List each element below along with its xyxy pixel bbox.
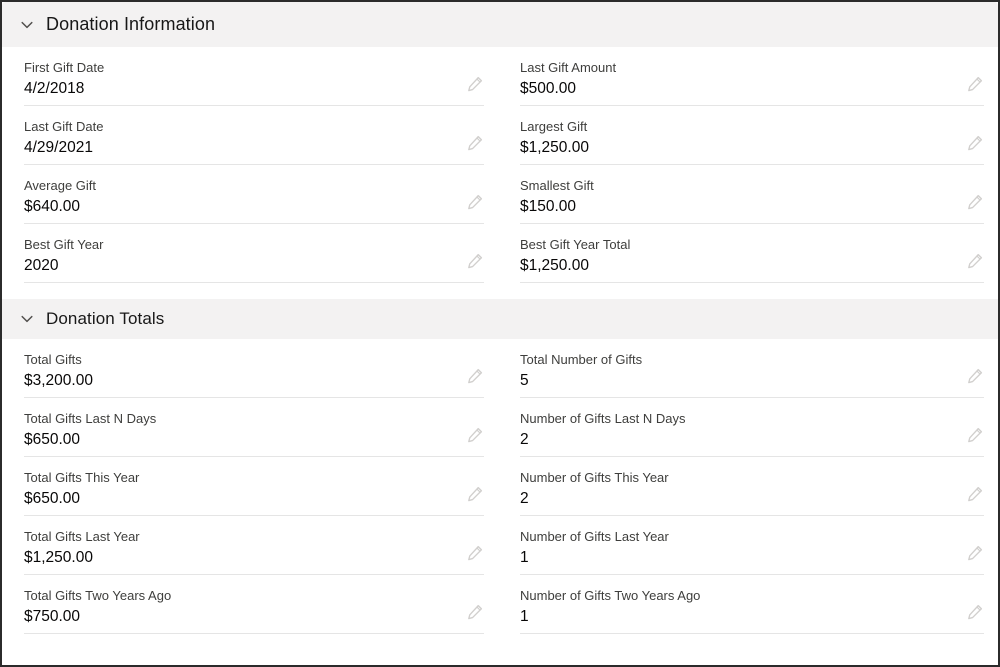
section-body-donation-totals: Total Gifts $3,200.00 Total Gifts Last N…: [2, 339, 998, 634]
field-value: 2: [520, 490, 529, 507]
field-best-gift-year-total[interactable]: Best Gift Year Total $1,250.00: [520, 224, 984, 283]
field-column-right: Total Number of Gifts 5 Number of Gifts …: [502, 339, 998, 634]
field-number-of-gifts-last-year[interactable]: Number of Gifts Last Year 1: [520, 516, 984, 575]
pencil-icon[interactable]: [966, 367, 984, 385]
field-value: 2020: [24, 257, 59, 274]
field-total-gifts[interactable]: Total Gifts $3,200.00: [24, 339, 484, 398]
donation-detail-page: Donation Information First Gift Date 4/2…: [0, 0, 1000, 667]
field-value: $750.00: [24, 608, 81, 625]
pencil-icon[interactable]: [966, 252, 984, 270]
field-first-gift-date[interactable]: First Gift Date 4/2/2018: [24, 47, 484, 106]
field-label: Best Gift Year: [24, 237, 104, 252]
field-total-gifts-two-years-ago[interactable]: Total Gifts Two Years Ago $750.00: [24, 575, 484, 634]
section-header-donation-information[interactable]: Donation Information: [2, 2, 998, 47]
field-label: Average Gift: [24, 178, 97, 193]
field-total-gifts-last-year[interactable]: Total Gifts Last Year $1,250.00: [24, 516, 484, 575]
field-total-gifts-this-year[interactable]: Total Gifts This Year $650.00: [24, 457, 484, 516]
field-value: 5: [520, 372, 529, 389]
field-label: Best Gift Year Total: [520, 237, 631, 252]
field-label: Number of Gifts Last Year: [520, 529, 669, 544]
field-value: $1,250.00: [520, 139, 589, 156]
pencil-icon[interactable]: [466, 426, 484, 444]
section-title: Donation Totals: [46, 309, 165, 328]
field-label: Number of Gifts This Year: [520, 470, 669, 485]
pencil-icon[interactable]: [466, 75, 484, 93]
field-best-gift-year[interactable]: Best Gift Year 2020: [24, 224, 484, 283]
pencil-icon[interactable]: [466, 134, 484, 152]
pencil-icon[interactable]: [966, 544, 984, 562]
section-title: Donation Information: [46, 14, 216, 34]
field-label: Smallest Gift: [520, 178, 594, 193]
section-spacer: [2, 283, 998, 299]
pencil-icon[interactable]: [466, 367, 484, 385]
field-value: 4/29/2021: [24, 139, 93, 156]
field-smallest-gift[interactable]: Smallest Gift $150.00: [520, 165, 984, 224]
field-largest-gift[interactable]: Largest Gift $1,250.00: [520, 106, 984, 165]
field-number-of-gifts-last-n-days[interactable]: Number of Gifts Last N Days 2: [520, 398, 984, 457]
field-value: $650.00: [24, 490, 81, 507]
field-value: 1: [520, 608, 529, 625]
field-value: $640.00: [24, 198, 81, 215]
field-average-gift[interactable]: Average Gift $640.00: [24, 165, 484, 224]
field-number-of-gifts-two-years-ago[interactable]: Number of Gifts Two Years Ago 1: [520, 575, 984, 634]
field-value: $150.00: [520, 198, 577, 215]
field-total-number-of-gifts[interactable]: Total Number of Gifts 5: [520, 339, 984, 398]
field-label: First Gift Date: [24, 60, 105, 75]
field-column-left: First Gift Date 4/2/2018 Last Gift Date …: [2, 47, 502, 283]
chevron-down-icon[interactable]: [16, 308, 38, 330]
pencil-icon[interactable]: [966, 426, 984, 444]
field-column-left: Total Gifts $3,200.00 Total Gifts Last N…: [2, 339, 502, 634]
pencil-icon[interactable]: [966, 485, 984, 503]
field-last-gift-amount[interactable]: Last Gift Amount $500.00: [520, 47, 984, 106]
field-value: $500.00: [520, 80, 577, 97]
pencil-icon[interactable]: [966, 603, 984, 621]
field-last-gift-date[interactable]: Last Gift Date 4/29/2021: [24, 106, 484, 165]
field-label: Last Gift Amount: [520, 60, 617, 75]
field-value: $1,250.00: [520, 257, 589, 274]
chevron-down-icon[interactable]: [16, 14, 38, 36]
section-body-donation-information: First Gift Date 4/2/2018 Last Gift Date …: [2, 47, 998, 283]
field-label: Total Gifts This Year: [24, 470, 140, 485]
field-value: $1,250.00: [24, 549, 93, 566]
field-label: Number of Gifts Last N Days: [520, 411, 686, 426]
pencil-icon[interactable]: [966, 134, 984, 152]
pencil-icon[interactable]: [466, 485, 484, 503]
field-total-gifts-last-n-days[interactable]: Total Gifts Last N Days $650.00: [24, 398, 484, 457]
pencil-icon[interactable]: [966, 75, 984, 93]
field-value: $650.00: [24, 431, 81, 448]
field-label: Total Number of Gifts: [520, 352, 643, 367]
field-label: Total Gifts Two Years Ago: [24, 588, 172, 603]
field-value: $3,200.00: [24, 372, 93, 389]
pencil-icon[interactable]: [466, 193, 484, 211]
field-value: 2: [520, 431, 529, 448]
pencil-icon[interactable]: [966, 193, 984, 211]
field-label: Total Gifts: [24, 352, 82, 367]
field-label: Number of Gifts Two Years Ago: [520, 588, 701, 603]
field-label: Last Gift Date: [24, 119, 104, 134]
section-header-donation-totals[interactable]: Donation Totals: [2, 299, 998, 339]
field-value: 4/2/2018: [24, 80, 85, 97]
field-number-of-gifts-this-year[interactable]: Number of Gifts This Year 2: [520, 457, 984, 516]
pencil-icon[interactable]: [466, 603, 484, 621]
field-label: Total Gifts Last N Days: [24, 411, 157, 426]
field-label: Largest Gift: [520, 119, 588, 134]
pencil-icon[interactable]: [466, 544, 484, 562]
field-column-right: Last Gift Amount $500.00 Largest Gift $1…: [502, 47, 998, 283]
field-value: 1: [520, 549, 529, 566]
pencil-icon[interactable]: [466, 252, 484, 270]
field-label: Total Gifts Last Year: [24, 529, 140, 544]
